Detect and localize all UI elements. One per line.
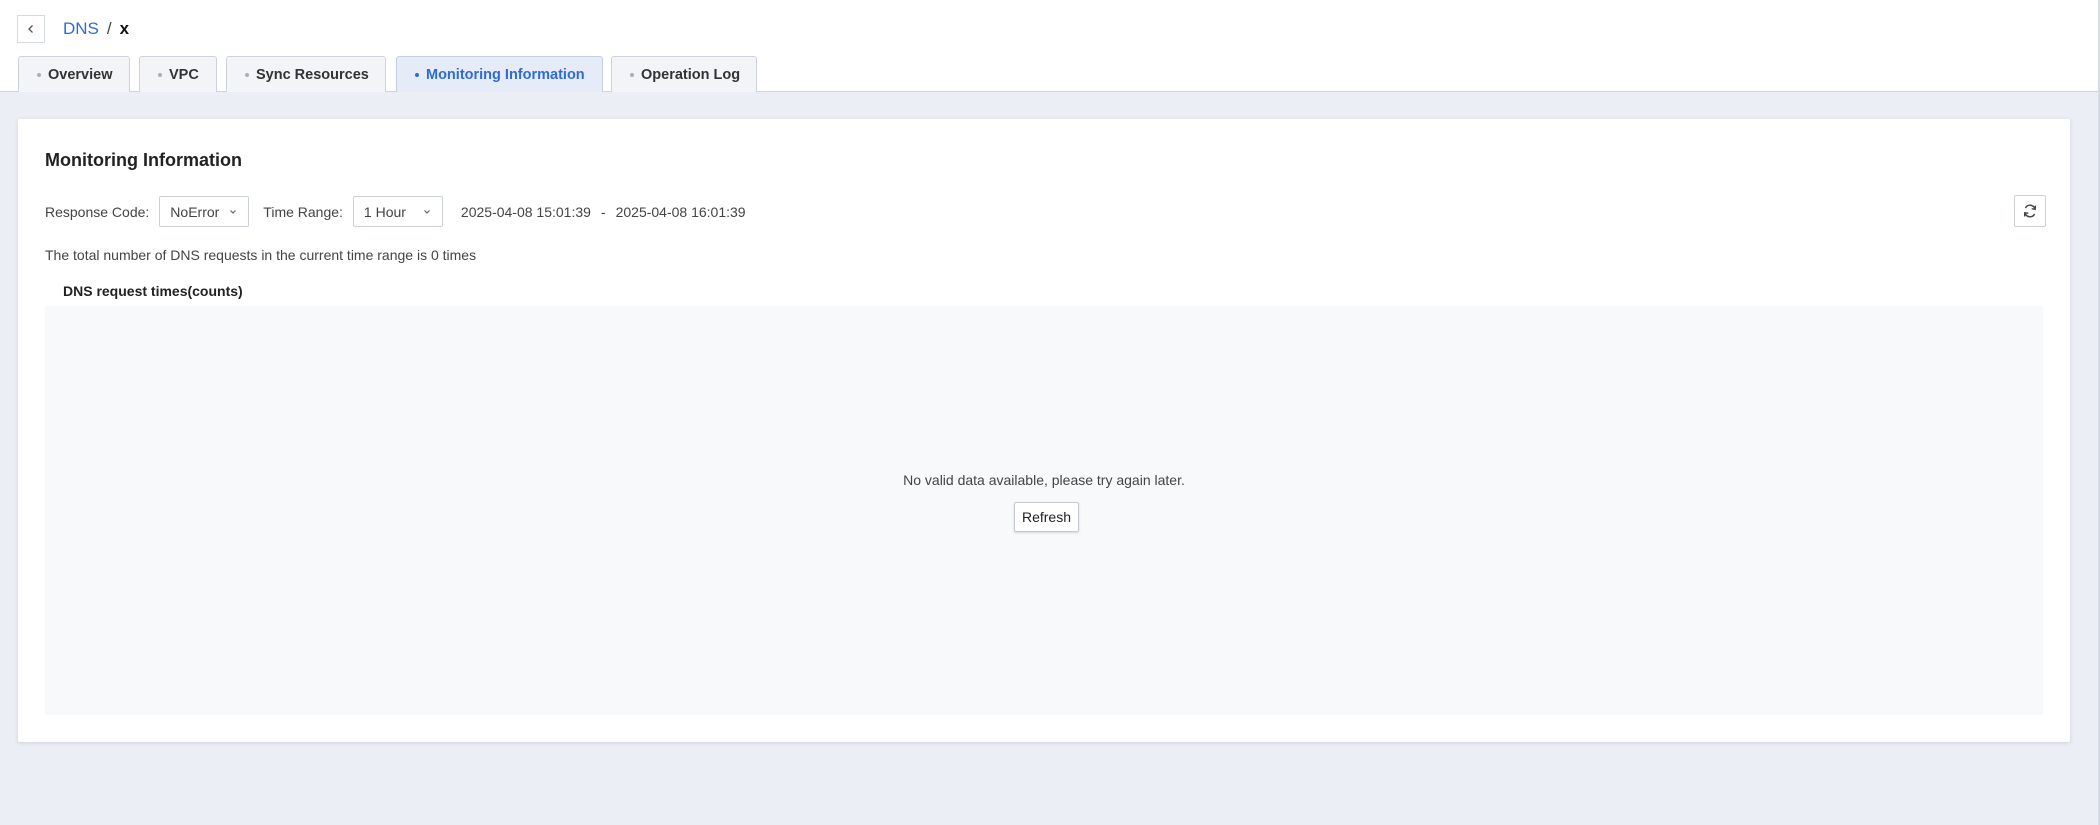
page-title: Monitoring Information bbox=[45, 150, 242, 170]
tab-dot-icon bbox=[630, 72, 634, 77]
breadcrumb-current: x bbox=[119, 19, 130, 38]
breadcrumb-separator: / bbox=[106, 19, 112, 38]
tab-label: VPC bbox=[169, 66, 199, 83]
chevron-down-icon bbox=[230, 209, 237, 214]
range-separator: - bbox=[600, 203, 606, 220]
tab-label: Operation Log bbox=[641, 66, 741, 83]
refresh-icon bbox=[2023, 204, 2037, 218]
response-code-select[interactable]: NoError bbox=[159, 196, 250, 227]
tab-dot-icon bbox=[245, 72, 249, 77]
chevron-left-icon bbox=[28, 25, 33, 33]
time-range-select[interactable]: 1 Hour bbox=[352, 196, 443, 227]
response-code-value: NoError bbox=[170, 203, 220, 220]
time-range-value: 1 Hour bbox=[363, 203, 406, 220]
tab-overview[interactable]: Overview bbox=[18, 56, 130, 92]
chart-title: DNS request times(counts) bbox=[63, 283, 243, 299]
tab-operation-log[interactable]: Operation Log bbox=[611, 56, 757, 92]
empty-state-message: No valid data available, please try agai… bbox=[903, 472, 1185, 488]
response-code-label: Response Code: bbox=[45, 203, 150, 220]
tab-dot-icon bbox=[37, 72, 41, 77]
tab-vpc[interactable]: VPC bbox=[139, 56, 217, 92]
tab-sync-resources[interactable]: Sync Resources bbox=[226, 56, 386, 92]
chevron-down-icon bbox=[423, 209, 430, 214]
tab-label: Monitoring Information bbox=[426, 66, 585, 83]
breadcrumb-dns-link[interactable]: DNS bbox=[63, 18, 99, 40]
monitoring-card: Monitoring Information Response Code: No… bbox=[18, 119, 2070, 742]
breadcrumb: DNS / x bbox=[63, 18, 129, 40]
back-button[interactable] bbox=[17, 15, 45, 43]
refresh-button[interactable]: Refresh bbox=[1014, 502, 1079, 532]
tab-dot-icon bbox=[415, 72, 419, 77]
request-summary: The total number of DNS requests in the … bbox=[45, 247, 477, 263]
chart-area: No valid data available, please try agai… bbox=[45, 306, 2043, 715]
top-bar: DNS / x Overview VPC Sync Resources Moni… bbox=[0, 0, 2100, 92]
tab-label: Overview bbox=[48, 66, 113, 83]
refresh-icon-button[interactable] bbox=[2014, 195, 2046, 227]
tab-label: Sync Resources bbox=[256, 66, 369, 83]
tab-monitoring-information[interactable]: Monitoring Information bbox=[396, 56, 603, 92]
end-time: 2025-04-08 16:01:39 bbox=[615, 203, 746, 220]
filter-bar: Response Code: NoError Time Range: 1 Hou… bbox=[45, 196, 746, 227]
start-time: 2025-04-08 15:01:39 bbox=[460, 203, 591, 220]
time-range-label: Time Range: bbox=[263, 203, 343, 220]
tab-dot-icon bbox=[158, 72, 162, 77]
